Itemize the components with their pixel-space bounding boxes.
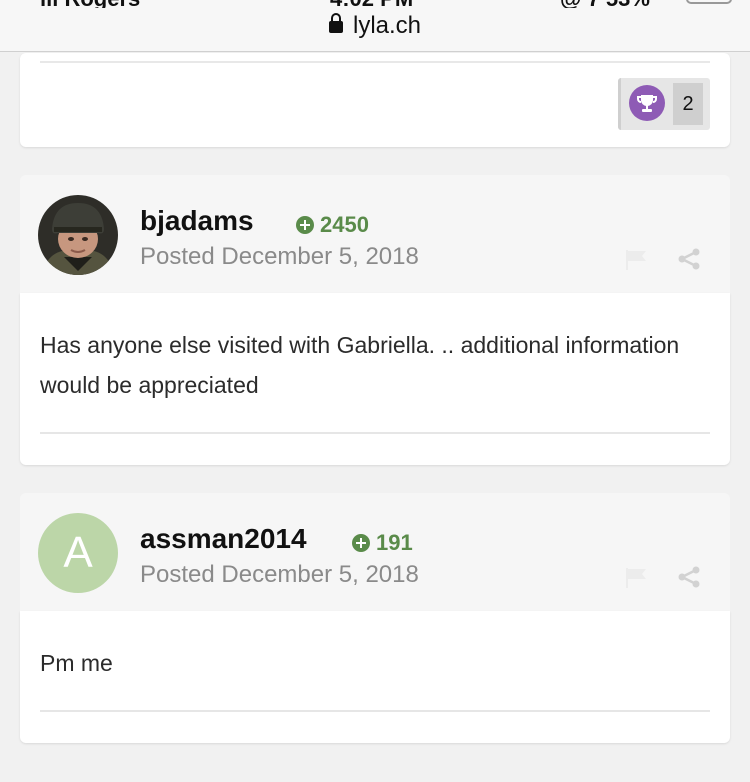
avatar[interactable]	[38, 195, 118, 275]
post-header: bjadams 2450 Posted December 5, 2018	[20, 175, 730, 293]
post-content: Has anyone else visited with Gabriella. …	[40, 332, 680, 398]
reaction-button[interactable]: 2	[618, 78, 710, 130]
previous-post-footer: 2	[20, 53, 730, 147]
username[interactable]: bjadams	[140, 205, 254, 237]
carrier-label: ııl Rogers	[40, 0, 140, 8]
plus-circle-icon	[296, 216, 314, 234]
reputation-badge: 191	[352, 530, 413, 556]
divider	[40, 432, 710, 434]
reaction-count: 2	[673, 83, 703, 125]
post-date[interactable]: Posted December 5, 2018	[140, 243, 419, 271]
avatar[interactable]: A	[38, 513, 118, 593]
status-bar: ııl Rogers 4:02 PM @ 7 53%	[0, 0, 750, 8]
battery-icon	[686, 0, 732, 4]
flag-icon[interactable]	[625, 249, 649, 271]
plus-circle-icon	[352, 534, 370, 552]
post-body: Pm me	[20, 611, 730, 743]
post-bjadams: bjadams 2450 Posted December 5, 2018 Has…	[20, 175, 730, 465]
share-icon[interactable]	[677, 565, 701, 589]
trophy-icon	[629, 85, 665, 121]
post-assman2014: A assman2014 191 Posted December 5, 2018…	[20, 493, 730, 743]
battery-label: @ 7 53%	[560, 0, 650, 8]
divider	[40, 61, 710, 63]
username[interactable]: assman2014	[140, 523, 307, 555]
flag-icon[interactable]	[625, 567, 649, 589]
lock-icon	[328, 13, 343, 33]
clock-label: 4:02 PM	[330, 0, 413, 8]
reputation-badge: 2450	[296, 212, 369, 238]
post-date[interactable]: Posted December 5, 2018	[140, 561, 419, 589]
url-field[interactable]: lyla.ch	[0, 12, 750, 40]
post-body: Has anyone else visited with Gabriella. …	[20, 293, 730, 465]
url-text: lyla.ch	[352, 12, 422, 39]
divider	[40, 710, 710, 712]
reputation-count: 191	[376, 530, 413, 555]
post-content: Pm me	[40, 650, 113, 676]
post-header: A assman2014 191 Posted December 5, 2018	[20, 493, 730, 611]
share-icon[interactable]	[677, 247, 701, 271]
browser-address-bar: ııl Rogers 4:02 PM @ 7 53% lyla.ch	[0, 0, 750, 52]
reputation-count: 2450	[320, 212, 369, 237]
